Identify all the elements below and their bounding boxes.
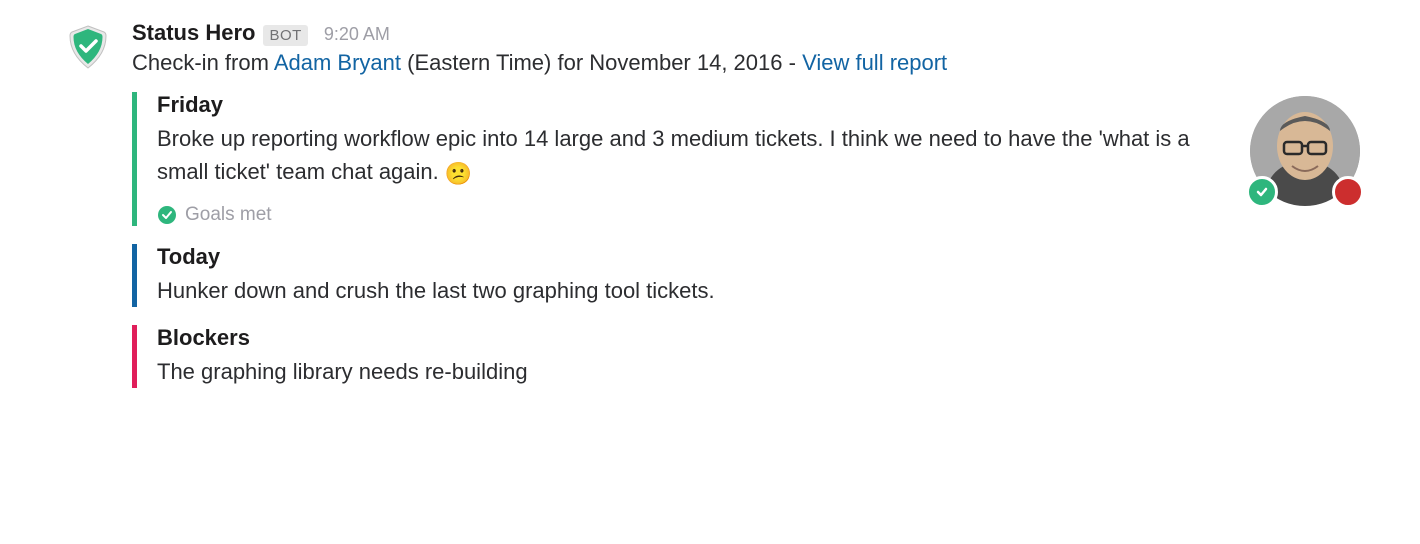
friday-text: Broke up reporting workflow epic into 14… bbox=[157, 126, 1190, 184]
attachment-friday: Friday Broke up reporting workflow epic … bbox=[132, 92, 1230, 226]
shield-check-icon bbox=[64, 24, 112, 72]
attachment-body-blockers: The graphing library needs re-building bbox=[157, 355, 1230, 388]
bot-name: Status Hero bbox=[132, 20, 255, 46]
user-link[interactable]: Adam Bryant bbox=[274, 50, 401, 75]
goals-met-row: Goals met bbox=[157, 204, 1230, 226]
message-timestamp: 9:20 AM bbox=[324, 24, 390, 45]
bot-badge: BOT bbox=[263, 25, 307, 46]
view-report-link[interactable]: View full report bbox=[802, 50, 947, 75]
checkmark-circle-icon bbox=[157, 205, 177, 225]
attachment-today: Today Hunker down and crush the last two… bbox=[132, 244, 1230, 307]
summary-prefix: Check-in from bbox=[132, 50, 274, 75]
slack-message: Status Hero BOT 9:20 AM Check-in from Ad… bbox=[60, 20, 1360, 406]
attachment-title-friday: Friday bbox=[157, 92, 1230, 118]
attachment-body-friday: Broke up reporting workflow epic into 14… bbox=[157, 122, 1230, 190]
status-check-indicator bbox=[1246, 176, 1278, 208]
confused-emoji: 😕 bbox=[445, 157, 472, 190]
message-content: Status Hero BOT 9:20 AM Check-in from Ad… bbox=[132, 20, 1360, 406]
summary-line: Check-in from Adam Bryant (Eastern Time)… bbox=[132, 50, 1360, 76]
check-icon bbox=[1254, 184, 1270, 200]
summary-middle: (Eastern Time) for November 14, 2016 - bbox=[401, 50, 802, 75]
attachments: Friday Broke up reporting workflow epic … bbox=[132, 92, 1230, 406]
attachment-body-today: Hunker down and crush the last two graph… bbox=[157, 274, 1230, 307]
message-header: Status Hero BOT 9:20 AM bbox=[132, 20, 1360, 46]
user-avatar-container bbox=[1250, 96, 1360, 206]
attachment-title-today: Today bbox=[157, 244, 1230, 270]
attachments-area: Friday Broke up reporting workflow epic … bbox=[132, 92, 1360, 406]
attachment-blockers: Blockers The graphing library needs re-b… bbox=[132, 325, 1230, 388]
goals-met-label: Goals met bbox=[185, 204, 272, 226]
bot-avatar bbox=[60, 20, 116, 76]
attachment-title-blockers: Blockers bbox=[157, 325, 1230, 351]
status-red-indicator bbox=[1332, 176, 1364, 208]
